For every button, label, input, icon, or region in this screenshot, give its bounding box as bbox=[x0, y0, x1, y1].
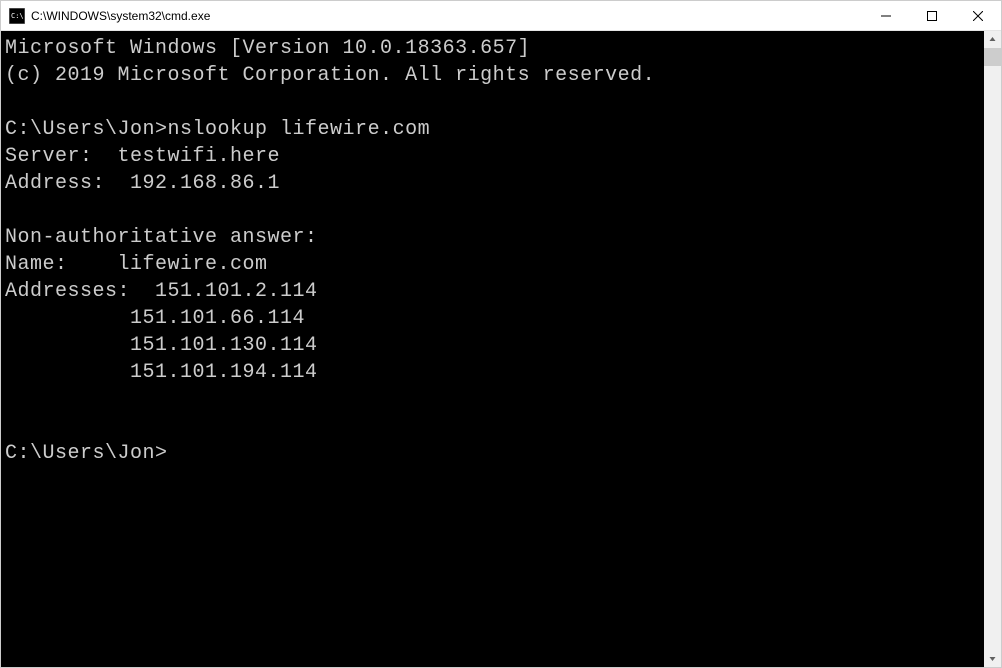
address-indent bbox=[5, 361, 130, 384]
prompt-1-path: C:\Users\Jon> bbox=[5, 118, 168, 141]
banner-line-1: Microsoft Windows [Version 10.0.18363.65… bbox=[5, 37, 530, 60]
cmd-icon: C:\ bbox=[9, 8, 25, 24]
scroll-thumb[interactable] bbox=[984, 48, 1001, 66]
close-button[interactable] bbox=[955, 1, 1001, 30]
name-value: lifewire.com bbox=[118, 253, 268, 276]
name-label: Name: bbox=[5, 253, 118, 276]
scroll-track[interactable] bbox=[984, 48, 1001, 650]
nonauth-header: Non-authoritative answer: bbox=[5, 226, 318, 249]
window-title: C:\WINDOWS\system32\cmd.exe bbox=[31, 9, 210, 23]
banner-line-2: (c) 2019 Microsoft Corporation. All righ… bbox=[5, 64, 655, 87]
minimize-button[interactable] bbox=[863, 1, 909, 30]
vertical-scrollbar[interactable] bbox=[984, 31, 1001, 667]
address-0: 151.101.2.114 bbox=[155, 280, 318, 303]
address-value: 192.168.86.1 bbox=[130, 172, 280, 195]
terminal-container: Microsoft Windows [Version 10.0.18363.65… bbox=[1, 31, 1001, 667]
address-indent bbox=[5, 307, 130, 330]
prompt-2-path: C:\Users\Jon> bbox=[5, 442, 168, 465]
titlebar[interactable]: C:\ C:\WINDOWS\system32\cmd.exe bbox=[1, 1, 1001, 31]
address-indent bbox=[5, 334, 130, 357]
address-1: 151.101.66.114 bbox=[130, 307, 305, 330]
address-label: Address: bbox=[5, 172, 130, 195]
window-controls bbox=[863, 1, 1001, 30]
scroll-up-button[interactable] bbox=[984, 31, 1001, 48]
cmd-window: C:\ C:\WINDOWS\system32\cmd.exe Microsof… bbox=[0, 0, 1002, 668]
prompt-1-command: nslookup lifewire.com bbox=[168, 118, 431, 141]
maximize-button[interactable] bbox=[909, 1, 955, 30]
address-2: 151.101.130.114 bbox=[130, 334, 318, 357]
server-label: Server: bbox=[5, 145, 118, 168]
scroll-down-button[interactable] bbox=[984, 650, 1001, 667]
addresses-label: Addresses: bbox=[5, 280, 155, 303]
terminal-output[interactable]: Microsoft Windows [Version 10.0.18363.65… bbox=[1, 31, 984, 667]
server-value: testwifi.here bbox=[118, 145, 281, 168]
address-3: 151.101.194.114 bbox=[130, 361, 318, 384]
titlebar-left: C:\ C:\WINDOWS\system32\cmd.exe bbox=[1, 8, 210, 24]
svg-text:C:\: C:\ bbox=[11, 12, 24, 20]
